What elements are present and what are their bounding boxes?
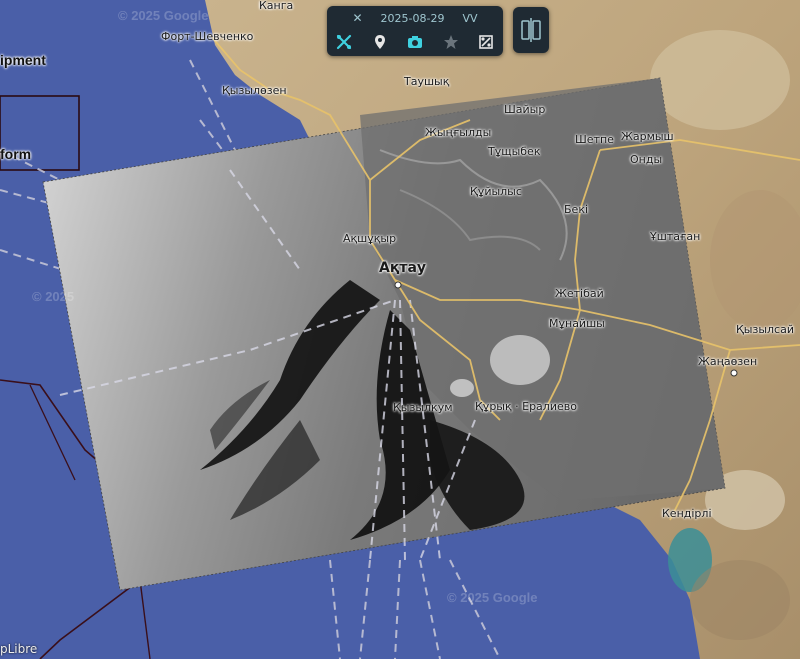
map-watermark: © 2025 [32, 289, 75, 304]
place-label: Ұштаған [650, 230, 701, 243]
place-label: Ақшұқыр [343, 232, 397, 245]
acquisition-date: 2025-08-29 [380, 11, 445, 25]
place-label: Таушық [404, 75, 450, 88]
place-label: Бекі [564, 203, 589, 216]
image-toolbar: ✕ 2025-08-29 VV [327, 6, 503, 56]
place-label: Шетпе [575, 133, 614, 146]
place-pin-icon[interactable] [371, 33, 389, 51]
place-label: Жаңаөзен [698, 355, 758, 368]
place-label: Жыңғылды [425, 126, 492, 139]
layer-label-platform[interactable]: form [0, 146, 31, 162]
map-watermark: © 2025 Google [447, 590, 538, 605]
wrench-icon[interactable]: ✕ [352, 11, 362, 25]
place-label: Тұщыбек [488, 145, 541, 158]
place-label: Шайыр [504, 103, 546, 116]
satellite-basemap[interactable] [0, 0, 800, 659]
place-label: Канга [259, 0, 294, 12]
place-label: Құрық · Ералиево [475, 400, 577, 413]
split-view-button[interactable] [513, 7, 549, 53]
place-label-major: Ақтау [379, 260, 427, 276]
toolbar-info-row: ✕ 2025-08-29 VV [327, 8, 503, 28]
camera-icon[interactable] [406, 33, 424, 51]
place-label: Форт-Шевченко [161, 30, 254, 43]
split-view-icon [521, 18, 541, 42]
place-label: Құйылыс [470, 185, 522, 198]
layer-label-equipment[interactable]: ipment [0, 52, 46, 68]
tools-icon[interactable] [335, 33, 353, 51]
place-label: Қызылкум [393, 401, 453, 414]
place-label: Онды [630, 153, 663, 166]
place-label: Кендірлі [662, 507, 712, 520]
place-label: Жармыш [621, 130, 674, 143]
toolbar-action-row [335, 32, 495, 52]
place-label: Жетібай [555, 287, 604, 300]
map-attribution[interactable]: pLibre [0, 642, 37, 656]
crop-icon[interactable] [477, 33, 495, 51]
place-label: Қызылөзен [222, 84, 287, 97]
star-icon[interactable] [442, 33, 460, 51]
polarization-label[interactable]: VV [462, 12, 477, 25]
place-label: Мұнайшы [549, 317, 605, 330]
place-label: Қызылсай [736, 323, 794, 336]
map-watermark: © 2025 Google [118, 8, 209, 23]
